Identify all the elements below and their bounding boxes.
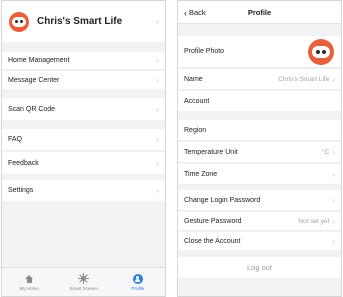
menu-feedback[interactable]: Feedback › <box>2 152 165 174</box>
chevron-right-icon: › <box>332 195 335 205</box>
close-account-row[interactable]: Close the Account › <box>178 232 341 250</box>
chevron-right-icon: › <box>156 186 159 195</box>
gesture-password-row[interactable]: Gesture Password Not set yet › <box>178 212 341 231</box>
row-label: Close the Account <box>184 237 241 245</box>
tab-label: Profile <box>131 286 145 291</box>
row-label: Name <box>184 75 203 83</box>
menu-item-label: Home Management <box>8 57 70 64</box>
menu-item-label: Feedback <box>8 159 39 167</box>
chevron-right-icon: › <box>156 56 159 65</box>
profile-photo-row[interactable]: Profile Photo <box>178 36 341 68</box>
menu-scan-qr-code[interactable]: Scan QR Code › <box>2 98 165 120</box>
temperature-unit-value: °C <box>322 148 330 156</box>
change-login-password-row[interactable]: Change Login Password › <box>178 190 341 211</box>
name-value: Chris's Smart Life <box>278 75 330 83</box>
name-row[interactable]: Name Chris's Smart Life › <box>178 69 341 90</box>
sun-icon <box>77 273 89 284</box>
row-label: Gesture Password <box>184 217 242 225</box>
robot-avatar-icon <box>9 11 29 32</box>
account-row[interactable]: Account <box>178 91 341 111</box>
back-button[interactable]: ‹ Back <box>184 1 206 24</box>
logout-button[interactable]: Log out <box>178 257 341 278</box>
chevron-right-icon: › <box>332 169 335 179</box>
robot-avatar-icon <box>308 38 334 65</box>
profile-header[interactable]: Chris's Smart Life › <box>2 1 165 42</box>
profile-icon <box>132 273 143 284</box>
menu-message-center[interactable]: Message Center › <box>2 71 165 89</box>
tab-label: My Home <box>19 286 39 291</box>
tab-profile[interactable]: Profile <box>111 268 165 296</box>
gesture-password-value: Not set yet <box>298 217 330 225</box>
chevron-right-icon: › <box>332 216 335 226</box>
row-label: Change Login Password <box>184 196 261 204</box>
chevron-right-icon: › <box>332 236 335 246</box>
back-label: Back <box>189 8 206 17</box>
row-label: Time Zone <box>184 170 218 178</box>
row-label: Account <box>184 97 210 105</box>
tab-smart-scenes[interactable]: Smart Scenes <box>56 268 110 296</box>
row-label: Region <box>184 126 207 134</box>
chevron-left-icon: ‹ <box>184 7 187 18</box>
tab-my-home[interactable]: My Home <box>2 268 56 296</box>
chevron-right-icon: › <box>156 104 159 114</box>
row-label: Temperature Unit <box>184 148 238 156</box>
menu-item-label: FAQ <box>8 136 23 143</box>
menu-settings[interactable]: Settings › <box>2 180 165 201</box>
menu-faq[interactable]: FAQ › <box>2 129 165 151</box>
menu-item-label: Message Center <box>8 76 60 84</box>
region-row[interactable]: Region <box>178 120 341 141</box>
chevron-right-icon: › <box>156 17 159 26</box>
profile-name: Chris's Smart Life <box>37 16 123 27</box>
menu-item-label: Scan QR Code <box>8 105 56 113</box>
profile-detail-screen: ‹ Back Profile Profile Photo Name Chris'… <box>177 0 342 297</box>
my-profile-screen: Chris's Smart Life › Home Management › M… <box>1 0 166 297</box>
time-zone-row[interactable]: Time Zone › <box>178 164 341 184</box>
menu-item-label: Settings <box>8 187 34 194</box>
chevron-right-icon: › <box>156 75 159 85</box>
chevron-right-icon: › <box>156 158 159 168</box>
tab-bar: My Home Smart Scenes Profile <box>2 267 165 296</box>
nav-bar: ‹ Back Profile <box>178 1 341 24</box>
chevron-right-icon: › <box>332 74 335 84</box>
home-icon <box>24 274 34 283</box>
temperature-unit-row[interactable]: Temperature Unit °C › <box>178 142 341 163</box>
chevron-right-icon: › <box>156 135 159 144</box>
tab-label: Smart Scenes <box>69 286 98 291</box>
chevron-right-icon: › <box>332 147 335 157</box>
menu-home-management[interactable]: Home Management › <box>2 52 165 70</box>
row-label: Profile Photo <box>184 48 225 55</box>
